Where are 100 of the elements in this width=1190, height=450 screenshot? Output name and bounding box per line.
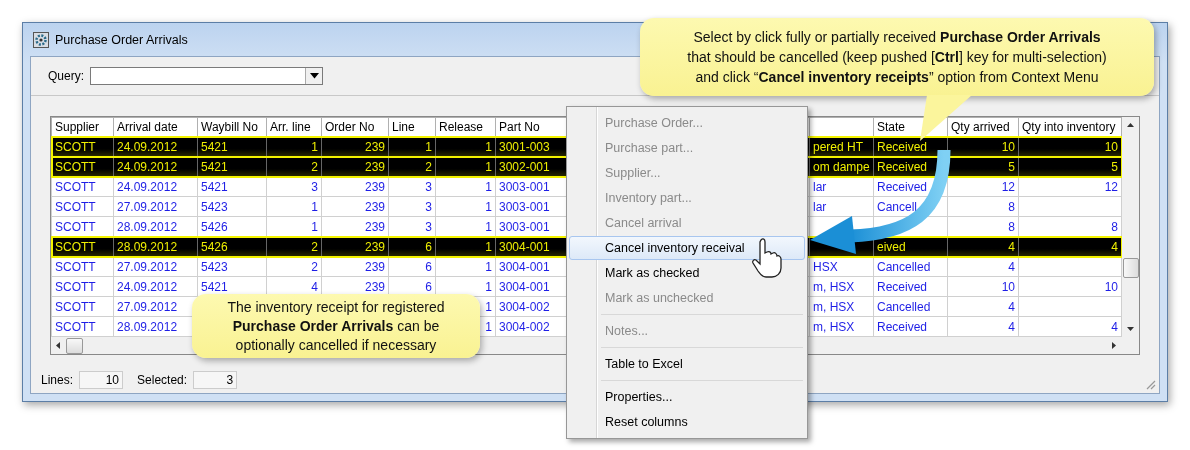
table-cell: 3004-001	[499, 239, 550, 254]
table-cell: 1	[485, 299, 492, 314]
table-cell: 3004-001	[499, 259, 550, 274]
table-cell: 1	[485, 319, 492, 334]
table-cell: 5421	[201, 159, 228, 174]
table-cell: eived	[877, 239, 906, 254]
table-cell: Cancelled	[877, 299, 931, 314]
query-dropdown[interactable]	[90, 67, 323, 85]
table-cell: 4	[1008, 299, 1015, 314]
selected-count: 3	[193, 371, 238, 389]
table-cell: 1	[311, 139, 318, 154]
table-cell: 6	[425, 279, 432, 294]
hand-cursor-icon	[752, 238, 782, 278]
table-cell: 5426	[201, 239, 228, 254]
table-cell: lar	[813, 179, 827, 194]
table-cell: 3004-002	[499, 299, 550, 314]
table-cell: 24.09.2012	[117, 159, 178, 174]
table-cell: 27.09.2012	[117, 259, 178, 274]
column-header[interactable]: Supplier	[51, 117, 114, 137]
scroll-up-icon	[1127, 123, 1134, 127]
table-cell: 1	[311, 219, 318, 234]
scroll-thumb[interactable]	[66, 337, 83, 354]
table-cell: SCOTT	[55, 279, 96, 294]
dropdown-arrow-icon	[309, 73, 319, 79]
table-cell: 2	[311, 259, 318, 274]
table-cell: 1	[485, 259, 492, 274]
table-cell: 5421	[201, 139, 228, 154]
scroll-thumb[interactable]	[1122, 258, 1139, 278]
table-cell: 239	[364, 139, 385, 154]
column-header[interactable]: Waybill No	[197, 117, 267, 137]
lines-count: 10	[79, 371, 124, 389]
gear-icon	[33, 31, 49, 48]
table-cell: SCOTT	[55, 259, 96, 274]
column-header[interactable]: Arr. line	[266, 117, 322, 137]
table-cell: 5	[1111, 159, 1118, 174]
menu-item[interactable]: Table to Excel	[569, 352, 805, 376]
column-header[interactable]: Release	[435, 117, 496, 137]
table-cell: 1	[485, 239, 492, 254]
table-cell: m, HSX	[813, 279, 855, 294]
scroll-right-icon	[1112, 342, 1116, 349]
lines-label: Lines:	[41, 373, 74, 387]
table-cell: 24.09.2012	[117, 139, 178, 154]
table-cell: SCOTT	[55, 179, 96, 194]
table-cell: 1	[485, 159, 492, 174]
table-cell: 10	[1104, 279, 1118, 294]
table-cell: 8	[1008, 199, 1015, 214]
menu-item[interactable]: Properties...	[569, 385, 805, 409]
table-cell: SCOTT	[55, 219, 96, 234]
table-cell: 3	[311, 179, 318, 194]
table-cell: 3	[425, 219, 432, 234]
table-cell: 1	[425, 139, 432, 154]
table-cell: 10	[1001, 139, 1015, 154]
table-cell: 27.09.2012	[117, 299, 178, 314]
table-cell: Cancelled	[877, 259, 931, 274]
table-cell: 10	[1104, 139, 1118, 154]
window-title: Purchase Order Arrivals	[55, 32, 188, 47]
table-cell: 3003-001	[499, 179, 550, 194]
query-label: Query:	[48, 69, 84, 83]
table-cell: 2	[311, 239, 318, 254]
table-cell: 4	[1111, 319, 1118, 334]
table-cell: m, HSX	[813, 319, 855, 334]
column-header[interactable]: Order No	[321, 117, 389, 137]
table-cell: m, HSX	[813, 299, 855, 314]
table-cell: 239	[364, 219, 385, 234]
table-cell: 1	[485, 199, 492, 214]
table-cell: 5421	[201, 279, 228, 294]
column-header[interactable]: Arrival date	[113, 117, 198, 137]
table-cell: Received	[877, 319, 928, 334]
table-cell: 1	[485, 279, 492, 294]
callout-text: The inventory receipt for registered Purchase Order Arrivals can be optionally cancelled if necessary	[227, 297, 445, 355]
table-cell: 3004-001	[499, 279, 550, 294]
table-cell: 6	[425, 239, 432, 254]
table-cell: 239	[364, 179, 385, 194]
column-header[interactable]: Part No	[495, 117, 568, 137]
table-cell: 5	[1008, 159, 1015, 174]
table-cell: 10	[1001, 279, 1015, 294]
callout-text: Select by click fully or partially received Purchase Order Arrivals that should be cancelled (keep pushed [Ctrl] key for multi-selection) and click “Cancel inventory receipts” option from Context Menu	[687, 28, 1107, 87]
table-cell: Received	[877, 279, 928, 294]
table-cell: SCOTT	[55, 319, 96, 334]
resize-grip-icon[interactable]	[1144, 378, 1156, 390]
scroll-down-icon	[1127, 327, 1134, 331]
table-cell: 1	[311, 199, 318, 214]
table-cell: 8	[1008, 219, 1015, 234]
table-cell: Received	[877, 139, 928, 154]
menu-item[interactable]: Cancel inventory receival	[569, 236, 805, 260]
table-cell: 239	[364, 279, 385, 294]
column-header[interactable]: Qty arrived	[947, 117, 1019, 137]
table-cell: 12	[1104, 179, 1118, 194]
table-cell: 12	[1001, 179, 1015, 194]
table-cell: 5421	[201, 179, 228, 194]
table-cell: pered HT	[813, 139, 864, 154]
table-cell: 8	[1111, 219, 1118, 234]
table-cell: SCOTT	[55, 199, 96, 214]
menu-item[interactable]: Reset columns	[569, 410, 805, 434]
table-cell: HSX	[813, 259, 838, 274]
column-header[interactable]: Qty into inventory	[1018, 117, 1122, 137]
table-cell: 24.09.2012	[117, 179, 178, 194]
table-cell: SCOTT	[55, 239, 96, 254]
column-header[interactable]: Line	[388, 117, 436, 137]
table-cell: 24.09.2012	[117, 279, 178, 294]
